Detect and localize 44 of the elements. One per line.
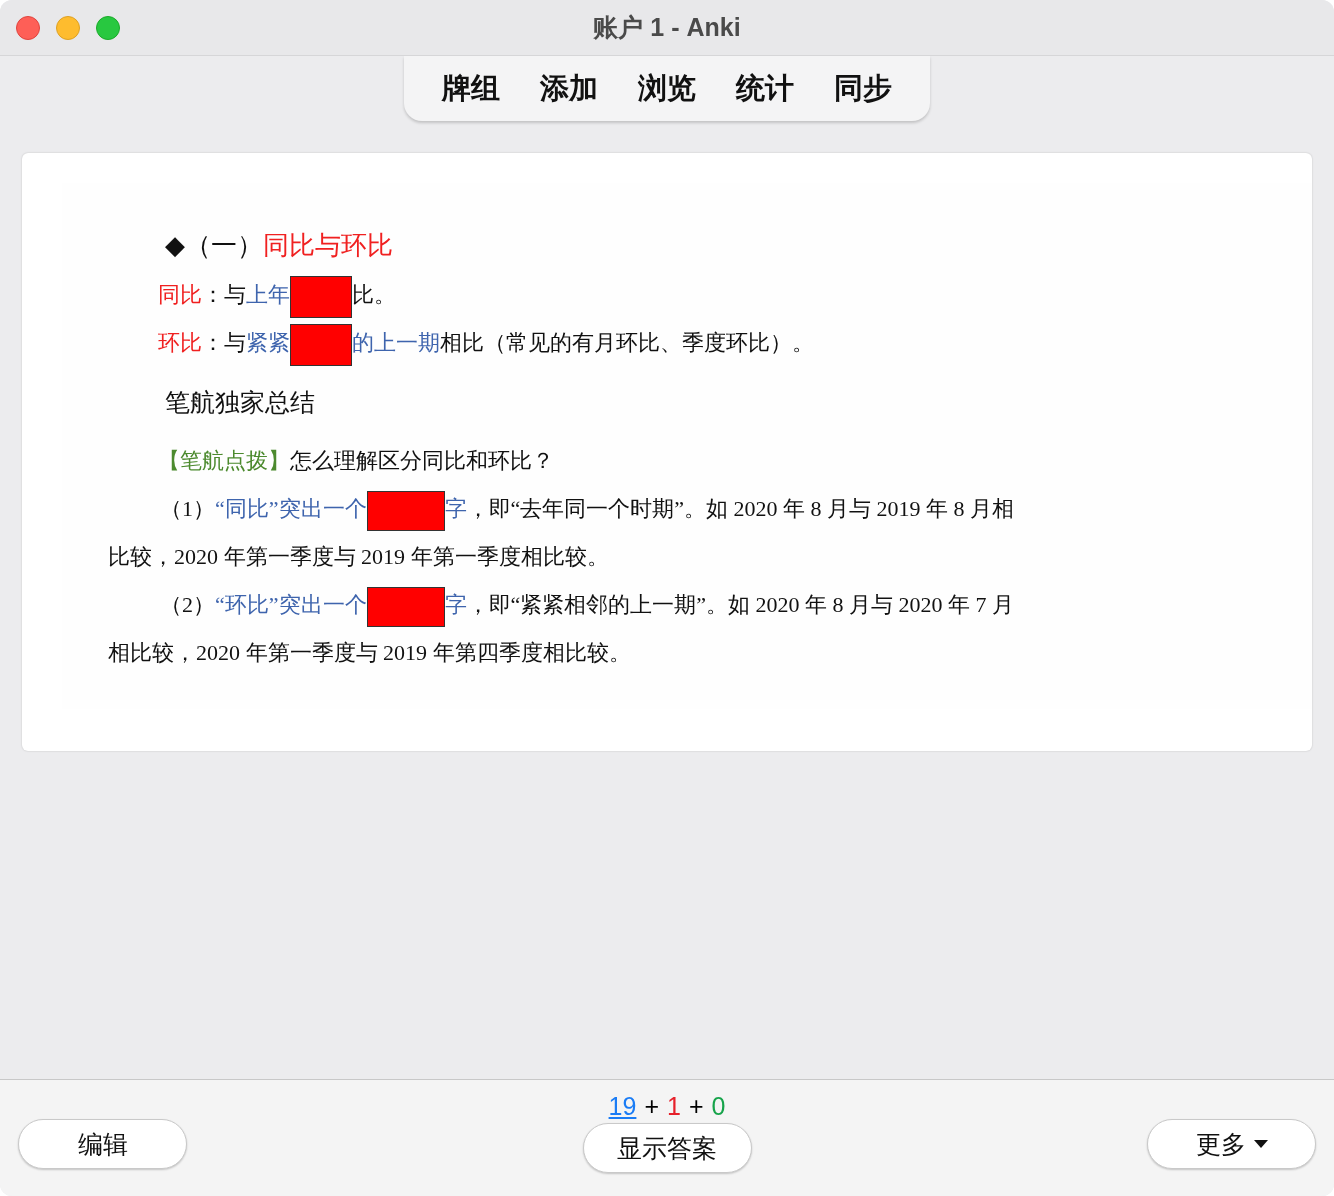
text-run: “环比”突出一个 — [215, 592, 367, 617]
text-run: 同比 — [158, 282, 202, 307]
text-run: 比较，2020 年第一季度与 2019 年第一季度相比较。 — [108, 544, 609, 569]
window-title: 账户 1 - Anki — [592, 12, 742, 43]
text-run: 怎么理解区分同比和环比？ — [290, 448, 554, 473]
count-text: 1 — [667, 1092, 681, 1121]
minimize-button[interactable] — [56, 15, 80, 40]
redaction-block — [290, 275, 352, 318]
zoom-button[interactable] — [96, 15, 120, 40]
text-run: ，即“去年同一个时期”。如 2020 年 8 月与 2019 年 8 月相 — [466, 496, 1015, 521]
text-run: 上年 — [246, 282, 290, 307]
caret-icon — [1253, 1140, 1268, 1148]
text-run: （2） — [160, 592, 215, 617]
text-run: 笔航独家总结 — [165, 389, 315, 416]
text-run: 环比 — [158, 330, 202, 355]
more-button[interactable]: 更多 — [1147, 1119, 1316, 1169]
text-run: （1） — [160, 496, 215, 521]
text-run: ：与 — [202, 282, 246, 307]
text-run: 的上一期 — [352, 330, 440, 355]
toolbar-tab[interactable]: 浏览 — [618, 64, 716, 113]
toolbar-tab[interactable]: 同步 — [814, 64, 912, 113]
due-count-link[interactable]: 19 — [608, 1092, 637, 1121]
show-answer-button[interactable]: 显示答案 — [582, 1123, 752, 1173]
close-button[interactable] — [16, 15, 40, 40]
count-text: 0 — [711, 1092, 726, 1121]
toolbar-tab[interactable]: 添加 — [520, 64, 618, 113]
text-run: 比。 — [352, 282, 396, 307]
text-run: 字 — [444, 592, 467, 617]
toolbar-tab[interactable]: 统计 — [716, 64, 814, 113]
text-run: ：与 — [202, 330, 246, 355]
count-text: + — [644, 1092, 659, 1121]
text-run: 相比较，2020 年第一季度与 2019 年第四季度相比较。 — [108, 640, 631, 665]
text-run: 相比（常见的有月环比、季度环比）。 — [440, 330, 814, 355]
text-run: “同比”突出一个 — [215, 496, 367, 521]
text-run: 【笔航点拨】 — [158, 448, 290, 473]
text-run: 同比与环比 — [263, 231, 393, 260]
text-run: 紧紧 — [246, 330, 290, 355]
text-run: 字 — [444, 496, 467, 521]
count-text: + — [688, 1092, 704, 1121]
toolbar-tab[interactable]: 牌组 — [422, 64, 520, 113]
redaction-block — [290, 323, 352, 366]
text-run: ◆（一） — [165, 231, 263, 260]
edit-button[interactable]: 编辑 — [18, 1119, 187, 1169]
text-run: ，即“紧紧相邻的上一期”。如 2020 年 8 月与 2020 年 7 月 — [466, 592, 1015, 617]
